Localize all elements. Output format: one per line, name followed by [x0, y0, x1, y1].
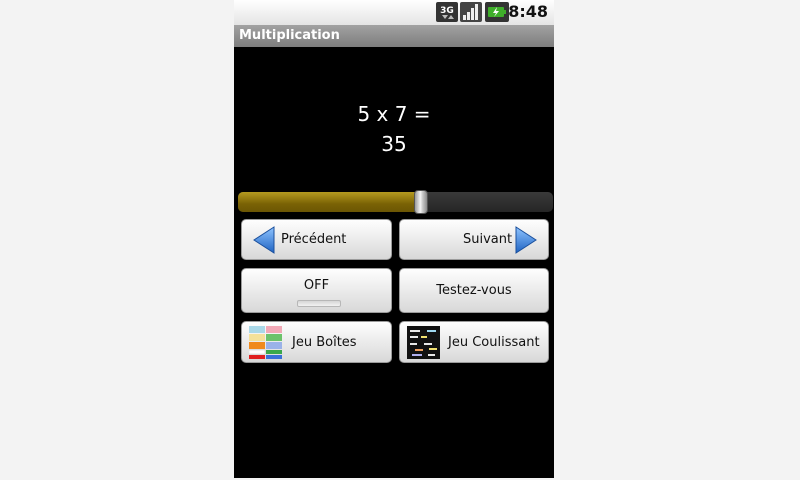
sliding-game-label: Jeu Coulissant [448, 335, 540, 350]
equation-answer: 35 [381, 132, 407, 156]
next-button[interactable]: Suivant [399, 219, 549, 260]
equation-question: 5 x 7 = [357, 102, 431, 126]
colored-boxes-icon [249, 326, 282, 359]
voice-toggle-button[interactable]: OFF [241, 268, 392, 313]
previous-button-label: Précédent [281, 232, 347, 247]
arrow-left-icon [253, 226, 275, 254]
app-screen: 3G 8:48 Multiplication 5 x 7 = 35 Précéd… [234, 0, 554, 478]
clock: 8:48 [508, 2, 548, 21]
next-button-label: Suivant [463, 232, 513, 247]
network-3g-icon: 3G [436, 2, 458, 22]
signal-icon [460, 2, 482, 22]
toggle-indicator [297, 300, 341, 307]
status-bar: 3G 8:48 [234, 0, 554, 25]
arrow-right-icon [515, 226, 537, 254]
title-bar: Multiplication [234, 25, 554, 47]
seekbar-progress [238, 192, 421, 212]
test-yourself-label: Testez-vous [436, 283, 512, 298]
battery-charging-icon [485, 2, 509, 22]
previous-button[interactable]: Précédent [241, 219, 392, 260]
seekbar-thumb[interactable] [414, 190, 428, 214]
sliding-game-button[interactable]: Jeu Coulissant [399, 321, 549, 363]
boxes-game-button[interactable]: Jeu Boîtes [241, 321, 392, 363]
sliding-puzzle-icon [407, 326, 440, 359]
boxes-game-label: Jeu Boîtes [292, 335, 357, 350]
toggle-state-label: OFF [303, 278, 330, 293]
test-yourself-button[interactable]: Testez-vous [399, 268, 549, 313]
network-label: 3G [440, 6, 454, 16]
table-seekbar[interactable] [238, 190, 553, 214]
app-title: Multiplication [239, 28, 340, 43]
